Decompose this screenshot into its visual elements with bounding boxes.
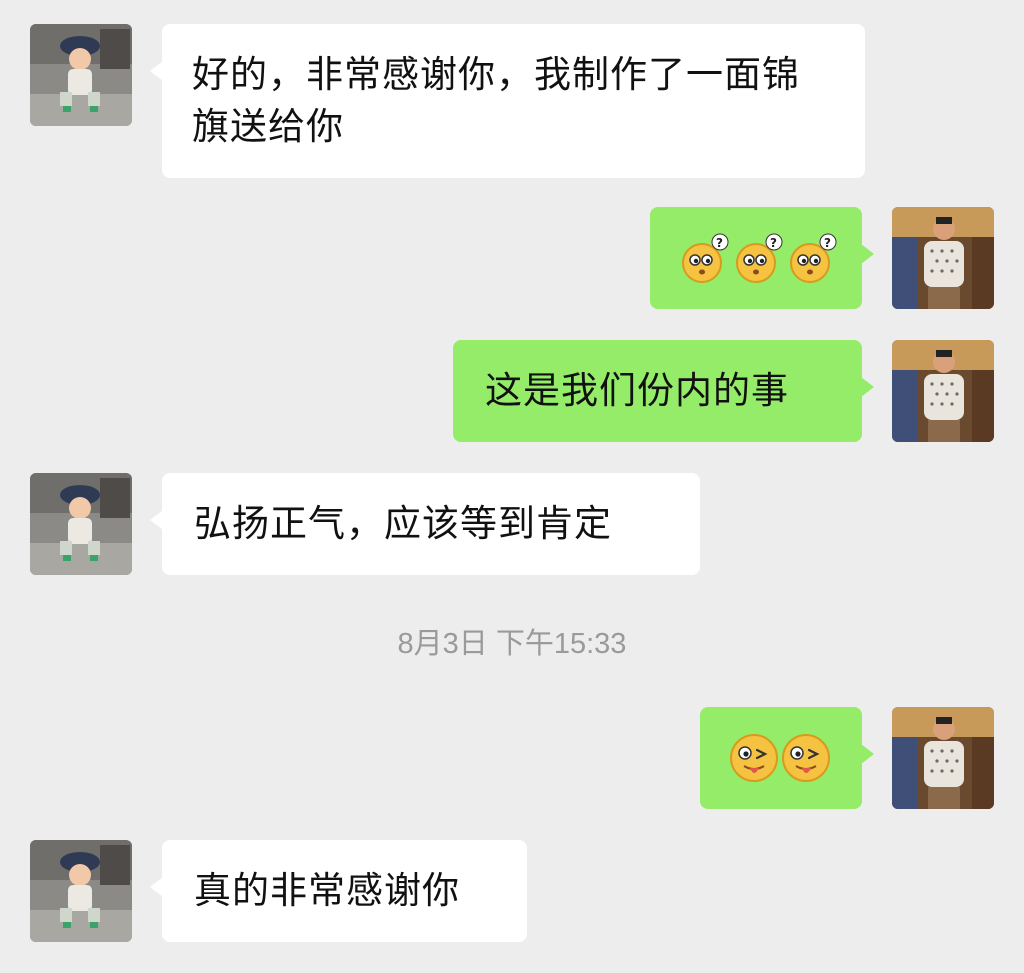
message-text: 弘扬正气，应该等到肯定: [194, 502, 612, 545]
self-avatar[interactable]: [892, 340, 994, 442]
contact-avatar[interactable]: [30, 24, 132, 126]
contact-avatar[interactable]: [30, 840, 132, 942]
bubble-tail: [150, 61, 163, 81]
message-bubble-received[interactable]: 真的非常感谢你: [150, 840, 527, 942]
confused-face-emoji: ?: [790, 233, 837, 283]
emoji-row: [728, 707, 840, 809]
message-text: 好的，非常感谢你，我制作了一面锦旗送给你: [192, 53, 800, 148]
man-photo-icon: [892, 707, 994, 809]
message-timestamp: 8月3日 下午15:33: [397, 628, 627, 660]
message-text: 真的非常感谢你: [194, 869, 460, 912]
self-avatar[interactable]: [892, 207, 994, 309]
svg-text:?: ?: [824, 236, 832, 250]
child-photo-icon: [30, 473, 132, 575]
chat-window: 好的，非常感谢你，我制作了一面锦旗送给你 ? ? ? 这是我们份内的事 弘扬正气…: [0, 0, 1024, 973]
bubble-tail: [150, 877, 163, 897]
svg-text:?: ?: [716, 236, 724, 250]
man-photo-icon: [892, 340, 994, 442]
child-photo-icon: [30, 840, 132, 942]
wink-tongue-emoji: [730, 734, 778, 782]
bubble-tail: [861, 244, 874, 264]
message-bubble-sent[interactable]: ? ? ?: [650, 207, 874, 309]
confused-face-emoji: ?: [736, 233, 783, 283]
bubble-tail: [861, 744, 874, 764]
self-avatar[interactable]: [892, 707, 994, 809]
bubble-tail: [861, 377, 874, 397]
message-bubble-sent[interactable]: [700, 707, 874, 809]
bubble-tail: [150, 510, 163, 530]
message-bubble-received[interactable]: 弘扬正气，应该等到肯定: [150, 473, 700, 575]
emoji-row: ? ? ?: [678, 207, 840, 309]
contact-avatar[interactable]: [30, 473, 132, 575]
wink-tongue-emoji: [782, 734, 830, 782]
message-bubble-sent[interactable]: 这是我们份内的事: [453, 340, 874, 442]
svg-text:?: ?: [770, 236, 778, 250]
man-photo-icon: [892, 207, 994, 309]
confused-face-emoji: ?: [682, 233, 729, 283]
message-text: 这是我们份内的事: [485, 369, 789, 412]
child-photo-icon: [30, 24, 132, 126]
message-bubble-received[interactable]: 好的，非常感谢你，我制作了一面锦旗送给你: [150, 24, 865, 178]
